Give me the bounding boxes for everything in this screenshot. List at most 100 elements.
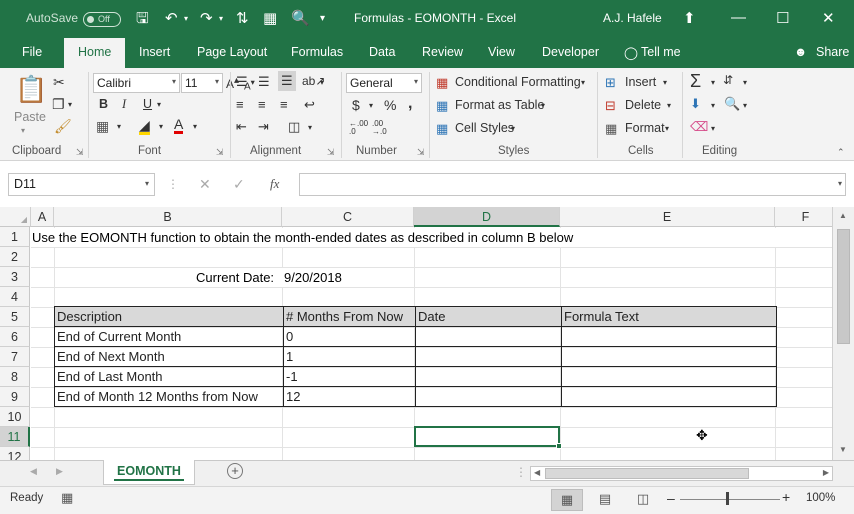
paste-dropdown-icon[interactable]: ▾ (21, 126, 25, 135)
redo-icon[interactable]: ↷ (200, 10, 213, 28)
macro-record-icon[interactable]: ▦ (61, 490, 73, 506)
delete-cells-button[interactable]: Delete (625, 98, 661, 112)
page-break-view-icon[interactable]: ◫ (627, 489, 659, 511)
copy-icon[interactable]: ❐ (52, 96, 65, 113)
table-cell[interactable] (415, 386, 562, 407)
currency-dropdown-icon[interactable]: ▾ (369, 101, 373, 110)
table-cell[interactable]: -1 (283, 366, 416, 387)
find-select-dropdown-icon[interactable]: ▾ (743, 101, 747, 110)
vertical-scroll-thumb[interactable] (837, 229, 850, 344)
align-bottom-icon[interactable]: ☰ (278, 71, 296, 91)
scroll-down-icon[interactable]: ▼ (839, 445, 847, 454)
row-header-9[interactable]: 9 (0, 387, 30, 407)
alignment-launcher-icon[interactable]: ⇲ (327, 147, 335, 158)
row-header-7[interactable]: 7 (0, 347, 30, 367)
prev-sheet-icon[interactable]: ◀ (30, 466, 37, 477)
fill-handle[interactable] (556, 443, 562, 449)
tab-formulas[interactable]: Formulas (291, 45, 343, 59)
zoom-out-icon[interactable]: – (667, 490, 675, 506)
row-header-11[interactable]: 11 (0, 427, 30, 447)
name-box[interactable]: D11 ▾ (8, 173, 155, 196)
table-cell[interactable]: 12 (283, 386, 416, 407)
table-cell[interactable] (561, 346, 777, 367)
table-cell[interactable] (561, 326, 777, 347)
table-header-cell[interactable]: Date (415, 306, 562, 327)
column-header-d[interactable]: D (414, 207, 560, 227)
cell-a1[interactable]: Use the EOMONTH function to obtain the m… (32, 227, 573, 245)
fill-icon[interactable]: ⬇ (690, 96, 701, 112)
table-header-cell[interactable]: # Months From Now (283, 306, 416, 327)
tab-file[interactable]: File (22, 45, 42, 59)
paste-button[interactable]: Paste (14, 110, 46, 124)
enter-icon[interactable]: ✓ (233, 176, 245, 193)
table-cell[interactable]: End of Month 12 Months from Now (54, 386, 284, 407)
autosum-icon[interactable]: Σ (690, 71, 701, 92)
cell-b3-current-date-label[interactable]: Current Date: (196, 267, 274, 285)
tell-me-search[interactable]: Tell me (641, 45, 681, 59)
increase-decimal-button[interactable]: ←.00.0 (349, 120, 368, 136)
table-cell[interactable]: End of Next Month (54, 346, 284, 367)
merge-center-icon[interactable]: ◫ (288, 119, 300, 135)
maximize-icon[interactable]: ☐ (776, 9, 789, 27)
table-cell[interactable] (415, 366, 562, 387)
font-color-dropdown-icon[interactable]: ▾ (193, 122, 197, 131)
format-as-table-dropdown-icon[interactable]: ▾ (541, 101, 545, 110)
page-layout-view-icon[interactable]: ▤ (589, 489, 621, 511)
tab-view[interactable]: View (488, 45, 515, 59)
tab-developer[interactable]: Developer (542, 45, 599, 59)
row-header-1[interactable]: 1 (0, 227, 30, 247)
zoom-slider[interactable] (680, 499, 780, 500)
format-as-table-button[interactable]: Format as Table (455, 98, 544, 112)
tab-data[interactable]: Data (369, 45, 395, 59)
borders-dropdown-icon[interactable]: ▾ (117, 122, 121, 131)
column-header-a[interactable]: A (31, 207, 54, 227)
number-launcher-icon[interactable]: ⇲ (417, 147, 425, 158)
borders-icon[interactable]: ▦ (96, 118, 109, 135)
orientation-dropdown-icon[interactable]: ▾ (320, 78, 324, 87)
scroll-left-icon[interactable]: ◀ (534, 468, 540, 477)
clear-icon[interactable]: ⌫ (690, 119, 708, 135)
table-cell[interactable]: 1 (283, 346, 416, 367)
table-cell[interactable] (415, 326, 562, 347)
tab-page-layout[interactable]: Page Layout (197, 45, 267, 59)
horizontal-scroll-thumb[interactable] (545, 468, 749, 479)
sort-filter-dropdown-icon[interactable]: ▾ (743, 78, 747, 87)
align-right-icon[interactable]: ≡ (280, 97, 288, 112)
table-header-cell[interactable]: Description (54, 306, 284, 327)
increase-indent-icon[interactable]: ⇥ (258, 119, 269, 135)
align-center-icon[interactable]: ≡ (258, 97, 266, 112)
conditional-formatting-dropdown-icon[interactable]: ▾ (581, 78, 585, 87)
font-launcher-icon[interactable]: ⇲ (216, 147, 224, 158)
cut-icon[interactable]: ✂ (53, 74, 65, 91)
scroll-right-icon[interactable]: ▶ (823, 468, 829, 477)
undo-icon[interactable]: ↶ (165, 10, 178, 28)
autosave-toggle[interactable]: Off (83, 12, 121, 27)
redo-dropdown-icon[interactable]: ▾ (219, 10, 223, 28)
merge-dropdown-icon[interactable]: ▾ (308, 123, 312, 132)
normal-view-icon[interactable]: ▦ (551, 489, 583, 511)
row-header-6[interactable]: 6 (0, 327, 30, 347)
fill-color-icon[interactable]: ◢ (139, 118, 150, 135)
clipboard-launcher-icon[interactable]: ⇲ (76, 147, 84, 158)
collapse-ribbon-icon[interactable]: ⌃ (837, 147, 845, 158)
format-dropdown-icon[interactable]: ▾ (665, 124, 669, 133)
font-size-box[interactable]: 11 ▾ (181, 73, 223, 93)
cell-styles-dropdown-icon[interactable]: ▾ (511, 124, 515, 133)
currency-button[interactable]: $ (352, 97, 360, 113)
column-header-b[interactable]: B (54, 207, 282, 227)
table-cell[interactable] (561, 386, 777, 407)
new-sheet-icon[interactable]: + (227, 463, 243, 479)
row-header-3[interactable]: 3 (0, 267, 30, 287)
delete-dropdown-icon[interactable]: ▾ (667, 101, 671, 110)
horizontal-scrollbar[interactable]: ◀ ▶ (530, 466, 833, 481)
row-header-5[interactable]: 5 (0, 307, 30, 327)
italic-button[interactable]: I (122, 97, 126, 112)
table-cell[interactable] (561, 366, 777, 387)
selected-cell-d11[interactable] (414, 426, 562, 449)
cell-c3-current-date[interactable]: 9/20/2018 (284, 267, 342, 285)
conditional-formatting-button[interactable]: Conditional Formatting (455, 75, 581, 89)
cell-styles-button[interactable]: Cell Styles (455, 121, 514, 135)
tab-review[interactable]: Review (422, 45, 463, 59)
paste-icon[interactable]: 📋 (15, 74, 47, 105)
decrease-indent-icon[interactable]: ⇤ (236, 119, 247, 135)
